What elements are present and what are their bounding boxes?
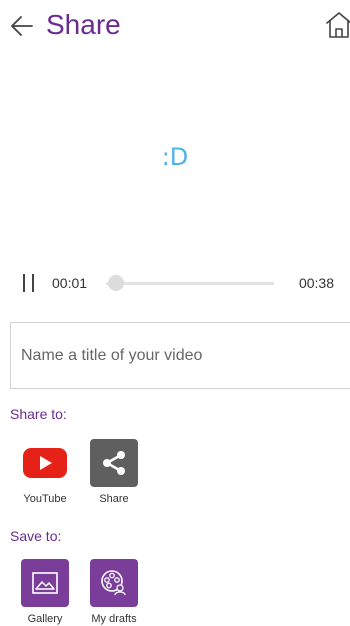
drafts-icon-box bbox=[90, 559, 138, 607]
save-drafts-button[interactable]: My drafts bbox=[84, 559, 144, 625]
video-face-text: :D bbox=[161, 143, 189, 171]
page-title: Share bbox=[46, 9, 121, 40]
video-title-field bbox=[10, 322, 350, 389]
pause-bar-left bbox=[23, 274, 25, 292]
drafts-icon bbox=[101, 570, 126, 596]
top-bar: Share bbox=[0, 0, 350, 52]
gallery-icon bbox=[32, 572, 58, 594]
share-label: Share bbox=[99, 493, 129, 505]
home-icon bbox=[326, 12, 350, 38]
home-button[interactable] bbox=[324, 10, 350, 40]
arrow-left-icon bbox=[11, 16, 33, 36]
share-icon-box bbox=[90, 439, 138, 487]
video-preview[interactable]: :D bbox=[0, 52, 350, 262]
current-time: 00:01 bbox=[52, 275, 88, 291]
seek-bar[interactable] bbox=[106, 282, 274, 285]
share-icon bbox=[103, 451, 125, 475]
youtube-icon bbox=[23, 448, 67, 478]
share-youtube-button[interactable]: YouTube bbox=[15, 439, 75, 505]
share-generic-button[interactable]: Share bbox=[84, 439, 144, 505]
youtube-label: YouTube bbox=[23, 493, 67, 505]
save-gallery-button[interactable]: Gallery bbox=[15, 559, 75, 625]
pause-bar-right bbox=[32, 274, 34, 292]
total-time: 00:38 bbox=[298, 275, 334, 291]
back-button[interactable] bbox=[8, 12, 36, 40]
save-to-label: Save to: bbox=[10, 528, 62, 544]
pause-button[interactable] bbox=[20, 274, 40, 292]
video-title-input[interactable] bbox=[11, 323, 350, 388]
youtube-icon-box bbox=[21, 439, 69, 487]
seek-thumb[interactable] bbox=[108, 275, 125, 291]
share-to-label: Share to: bbox=[10, 406, 67, 422]
video-player-controls: 00:01 00:38 bbox=[0, 262, 350, 302]
gallery-label: Gallery bbox=[27, 613, 63, 625]
drafts-label: My drafts bbox=[91, 613, 137, 625]
gallery-icon-box bbox=[21, 559, 69, 607]
